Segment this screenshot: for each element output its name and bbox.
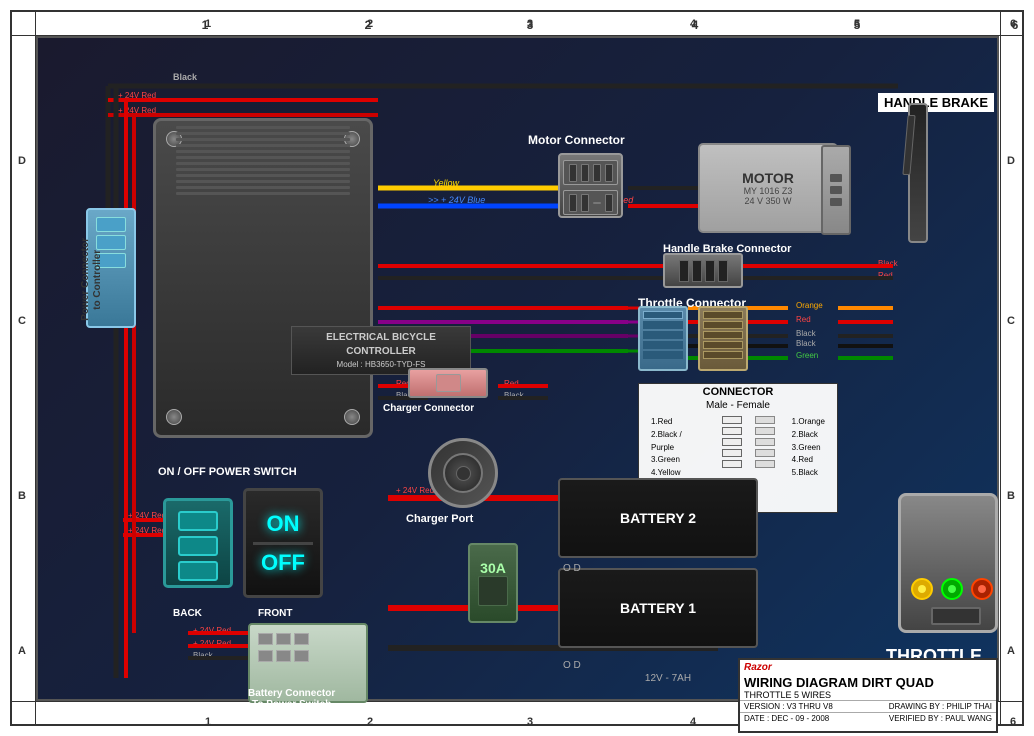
switch-back (163, 498, 233, 588)
screw-br (344, 409, 360, 425)
col-num-bot-6: 6 (1003, 716, 1023, 728)
front-label: FRONT (258, 608, 292, 619)
col-num-5: 5 (847, 18, 867, 30)
svg-text:+ 24V Red: + 24V Red (396, 486, 434, 495)
svg-text:Black: Black (796, 329, 817, 338)
svg-text:>> + 24V Blue: >> + 24V Blue (428, 195, 485, 205)
switch-off-text: OFF (261, 550, 305, 576)
svg-text:+ 24V Red: + 24V Red (128, 511, 166, 520)
throttle-connector-left-box (638, 306, 688, 371)
motor-box: MOTOR MY 1016 Z3 24 V 350 W (698, 143, 838, 233)
power-connector-label: Power Connector to Controller (80, 238, 104, 321)
connector-title: CONNECTOR (639, 384, 837, 400)
motor-specs: 24 V 350 W (744, 196, 791, 206)
row-c-right: C (1007, 315, 1015, 327)
row-c-left: C (18, 315, 26, 327)
row-b-left: B (18, 490, 26, 502)
charger-connector-box (408, 368, 488, 398)
col-num-bot-3: 3 (520, 716, 540, 728)
row-a-right: A (1007, 645, 1015, 657)
svg-text:+ 24V Red: + 24V Red (118, 106, 156, 115)
diagram-area: Black + 24V Red + 24V Red Yellow >> + 24… (36, 36, 999, 701)
motor-connector-label: Motor Connector (528, 133, 625, 147)
row-d-right: D (1007, 155, 1015, 167)
back-label: BACK (173, 608, 202, 619)
switch-front: ON OFF (243, 488, 323, 598)
charger-port-visual (428, 438, 498, 508)
svg-text:Black: Black (173, 72, 198, 82)
svg-text:Black: Black (796, 339, 817, 348)
handle-brake-title: HANDLE BRAKE (878, 93, 994, 112)
main-container: 1 2 3 4 5 6 1 2 3 4 5 6 1 2 3 4 5 6 D C … (0, 0, 1034, 736)
svg-text:Red: Red (796, 315, 811, 324)
title-row-1: VERSION : V3 THRU V8 DRAWING BY : PHILIP… (740, 700, 996, 712)
svg-text:+ 24V Red: + 24V Red (118, 91, 156, 100)
fuse-box: 30A (468, 543, 518, 623)
motor-connector-box (558, 153, 623, 218)
row-d-left: D (18, 155, 26, 167)
svg-text:+ 24V Red: + 24V Red (193, 626, 231, 635)
svg-text:Yellow: Yellow (433, 178, 460, 188)
od-label-2: O D (563, 660, 581, 671)
throttle-connector-right-box (698, 306, 748, 371)
svg-text:Black: Black (193, 651, 214, 660)
svg-text:+ 24V Red: + 24V Red (128, 526, 166, 535)
svg-text:Green: Green (796, 351, 818, 360)
screw-bl (166, 409, 182, 425)
throttle-visual (898, 493, 998, 633)
onoff-power-switch-label: ON / OFF POWER SWITCH (158, 466, 297, 478)
col-num-3: 3 (520, 18, 540, 30)
charger-connector-label: Charger Connector (383, 403, 474, 414)
col-num-bot-4: 4 (683, 716, 703, 728)
battery-connector-label: Battery Connector To Power Switch (248, 688, 335, 710)
battery1-box: BATTERY 1 (558, 568, 758, 648)
svg-text:Red: Red (504, 379, 519, 388)
connector-subtitle: Male - Female (639, 400, 837, 411)
col-num-1: 1 (198, 18, 218, 30)
svg-text:+ 24V Red: + 24V Red (193, 639, 231, 648)
handle-brake-connector-box (663, 253, 743, 288)
col-num-bot-2: 2 (360, 716, 380, 728)
svg-text:Red: Red (878, 271, 893, 280)
motor-model: MY 1016 Z3 (744, 186, 793, 196)
motor-label: MOTOR (742, 170, 794, 186)
battery2-box: BATTERY 2 (558, 478, 758, 558)
row-a-left: A (18, 645, 26, 657)
od-label-1: O D (563, 563, 581, 574)
title-row-2: DATE : DEC - 09 - 2008 VERIFIED BY : PAU… (740, 712, 996, 724)
controller-box: ELECTRICAL BICYCLE CONTROLLER Model : HB… (153, 118, 373, 438)
handle-brake-visual (908, 103, 928, 243)
grid-v-right (1000, 10, 1001, 726)
svg-text:Orange: Orange (796, 301, 823, 310)
row-b-right: B (1007, 490, 1015, 502)
charger-port-label: Charger Port (406, 513, 473, 525)
diagram-subtitle: THROTTLE 5 WIRES (740, 690, 996, 700)
svg-text:Black: Black (504, 391, 525, 400)
col-num-6: 6 (1003, 18, 1023, 30)
col-num-4: 4 (683, 18, 703, 30)
connector-right-pins: 1.Orange 2.Black 3.Green 4.Red 5.Black (784, 414, 833, 508)
title-block: Razor WIRING DIAGRAM DIRT QUAD THROTTLE … (738, 658, 998, 733)
col-num-2: 2 (360, 18, 380, 30)
col-num-bot-1: 1 (198, 716, 218, 728)
svg-text:Black: Black (878, 259, 899, 268)
diagram-title: WIRING DIAGRAM DIRT QUAD (740, 675, 996, 690)
switch-on-text: ON (267, 511, 300, 537)
brand-label: Razor (740, 660, 996, 675)
